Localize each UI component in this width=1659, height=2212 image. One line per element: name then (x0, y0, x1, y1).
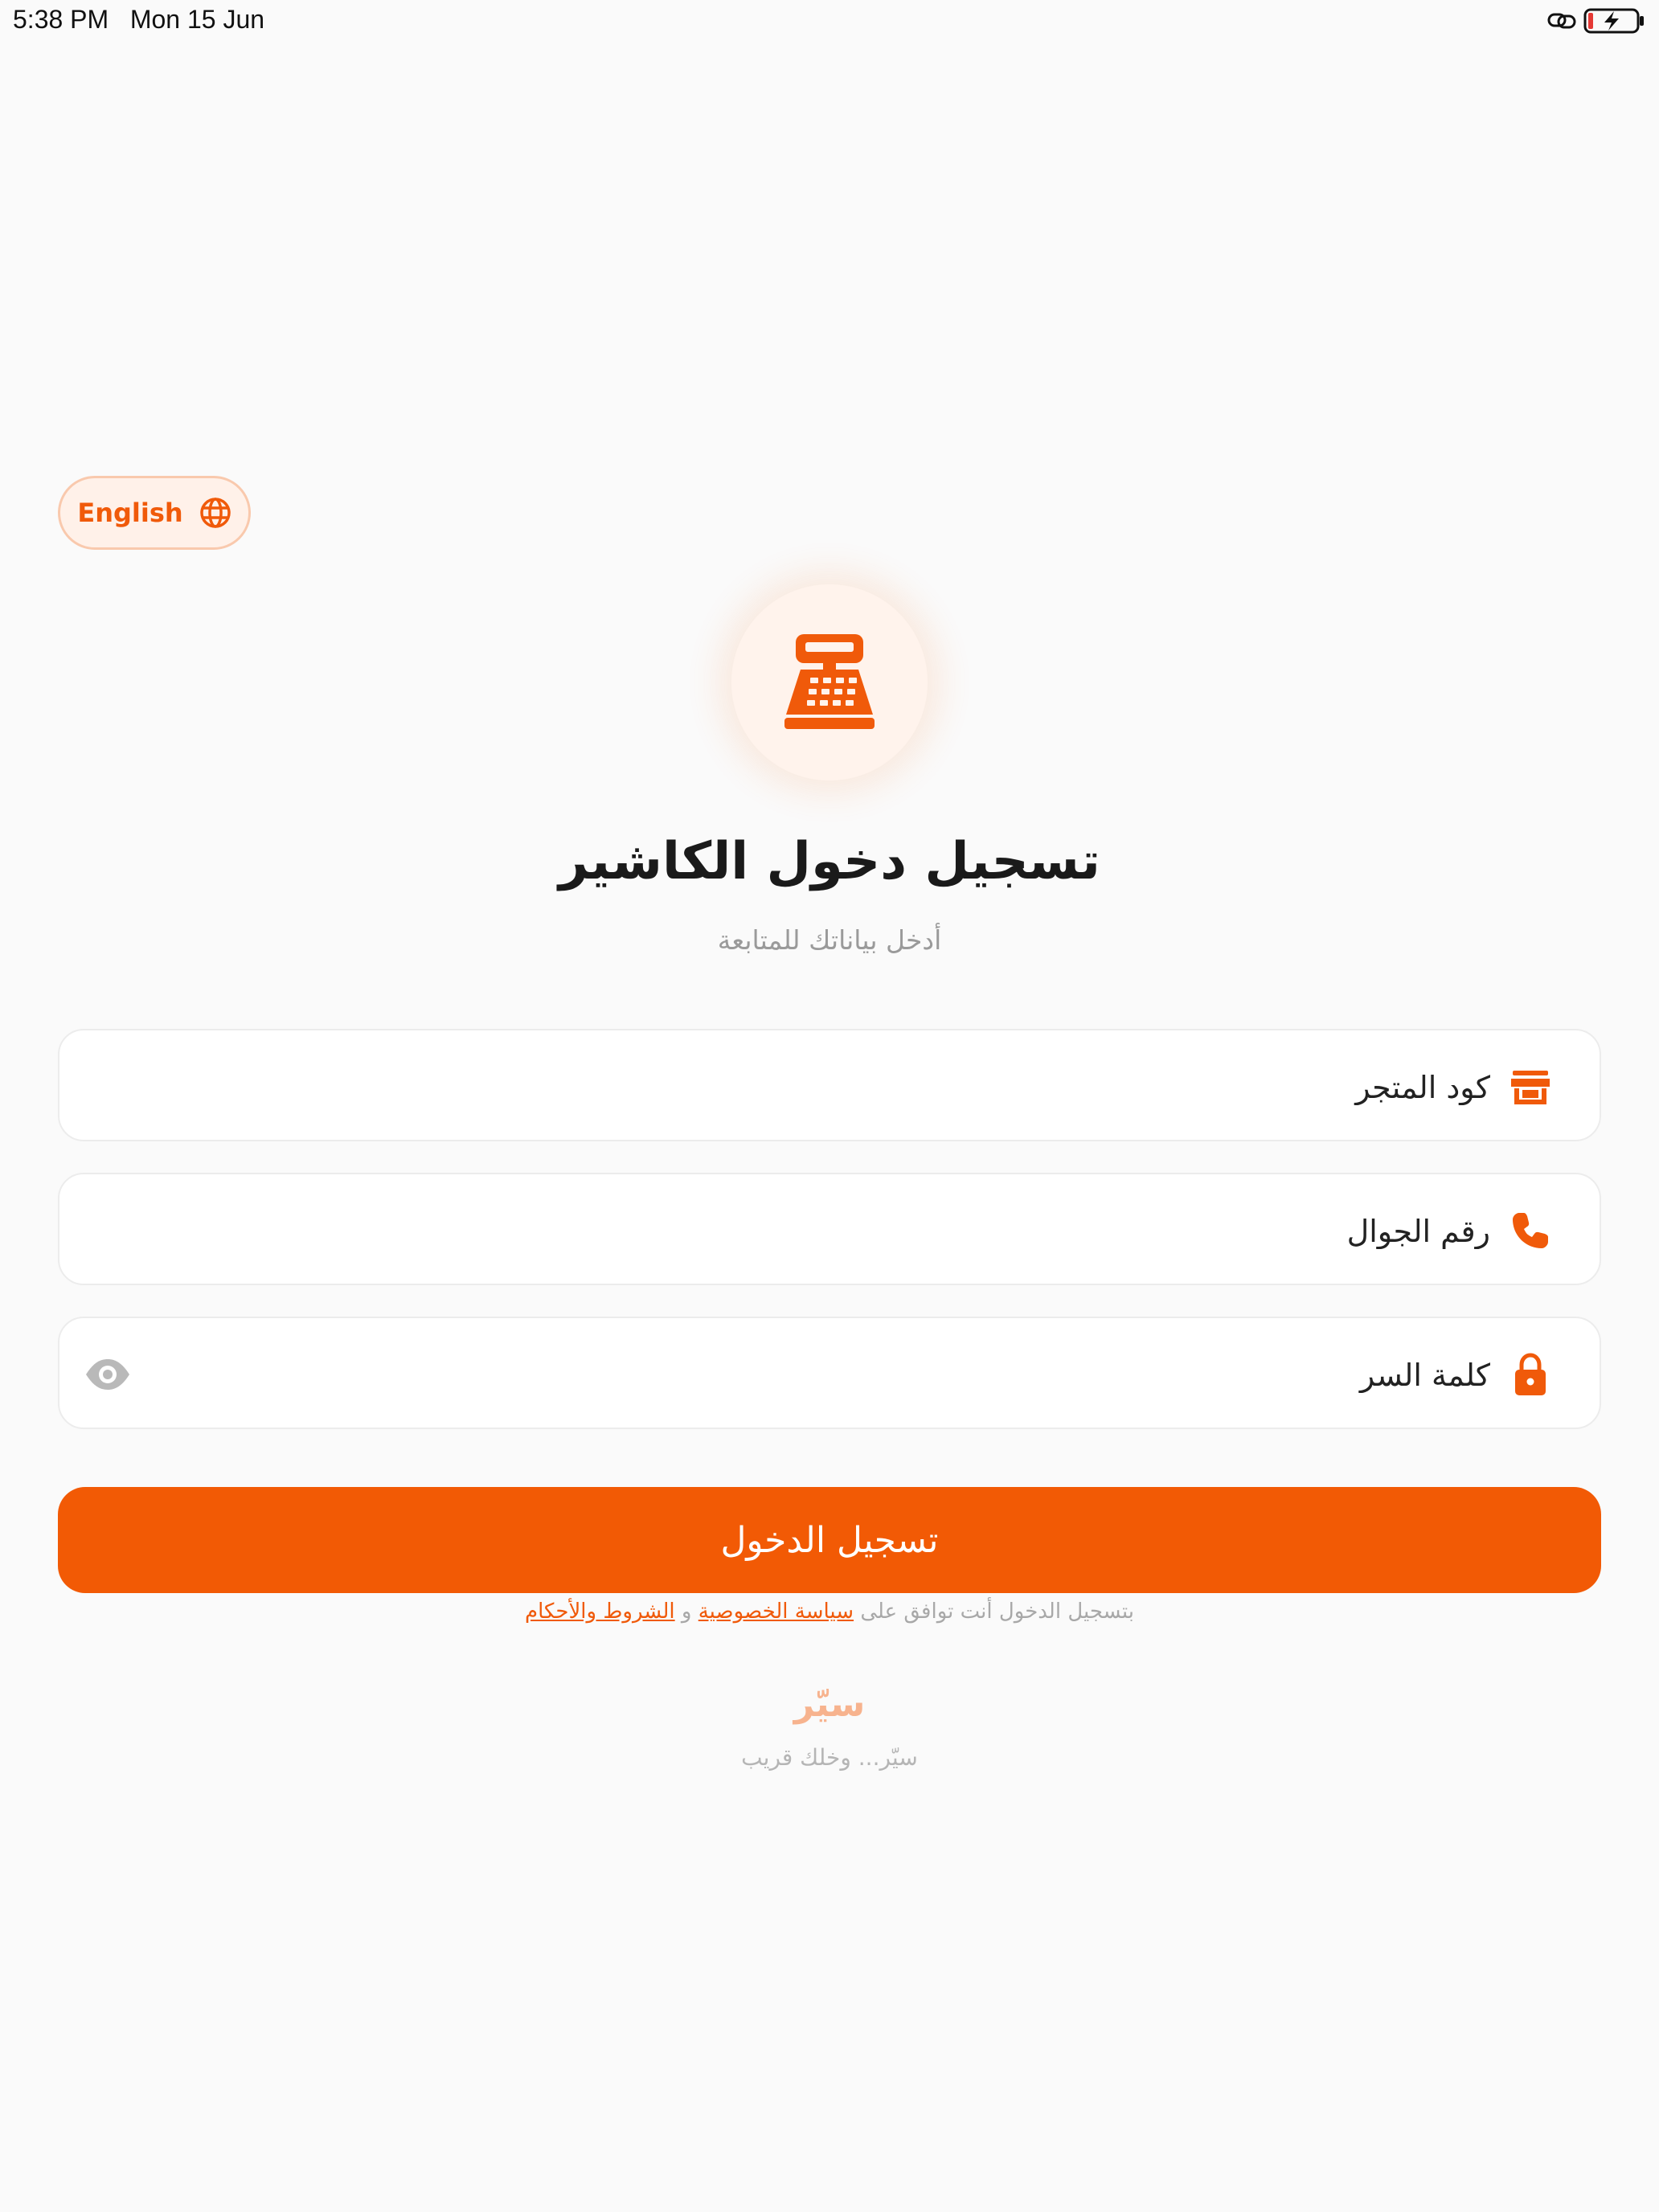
store-code-field (58, 1029, 1601, 1141)
phone-icon (1513, 1213, 1548, 1248)
phone-field (58, 1173, 1601, 1285)
status-date-text: Mon 15 Jun (129, 5, 265, 34)
login-screen: 5:38 PM Mon 15 Jun English تسجيل دخول ال… (0, 0, 1659, 2212)
logo (731, 584, 928, 780)
login-button-label: تسجيل الدخول (720, 1519, 939, 1561)
brand-logo-text: سيّر (793, 1684, 866, 1725)
page-title: تسجيل دخول الكاشير (559, 832, 1100, 891)
battery-charging-icon (1583, 8, 1644, 34)
phone-input[interactable] (162, 1192, 1492, 1271)
lock-icon (1515, 1353, 1546, 1395)
password-field (58, 1317, 1601, 1429)
privacy-policy-link[interactable]: سياسة الخصوصية (698, 1600, 854, 1624)
language-label: English (77, 498, 183, 528)
status-icons (1546, 5, 1651, 37)
store-code-input[interactable] (162, 1048, 1492, 1127)
password-input[interactable] (162, 1336, 1492, 1415)
status-time: 5:38 PM Mon 15 Jun (13, 5, 264, 35)
status-time-text: 5:38 PM (13, 5, 109, 34)
globe-icon (199, 498, 231, 528)
eye-icon[interactable] (84, 1352, 132, 1397)
link-icon (1547, 13, 1576, 29)
page-subtitle: أدخل بياناتك للمتابعة (717, 924, 942, 956)
store-icon (1511, 1071, 1550, 1104)
terms-prefix: بتسجيل الدخول أنت توافق على (860, 1600, 1134, 1624)
terms-conjunction: و (681, 1600, 692, 1624)
status-bar: 5:38 PM Mon 15 Jun (0, 0, 1659, 40)
login-button[interactable]: تسجيل الدخول (58, 1487, 1601, 1593)
terms-conditions-link[interactable]: الشروط والأحكام (525, 1600, 675, 1624)
terms-text: بتسجيل الدخول أنت توافق على سياسة الخصوص… (0, 1600, 1659, 1624)
cash-register-icon (784, 634, 875, 729)
brand-tagline: سيّر... وخلك قريب (741, 1744, 918, 1771)
language-button[interactable]: English (58, 476, 251, 550)
